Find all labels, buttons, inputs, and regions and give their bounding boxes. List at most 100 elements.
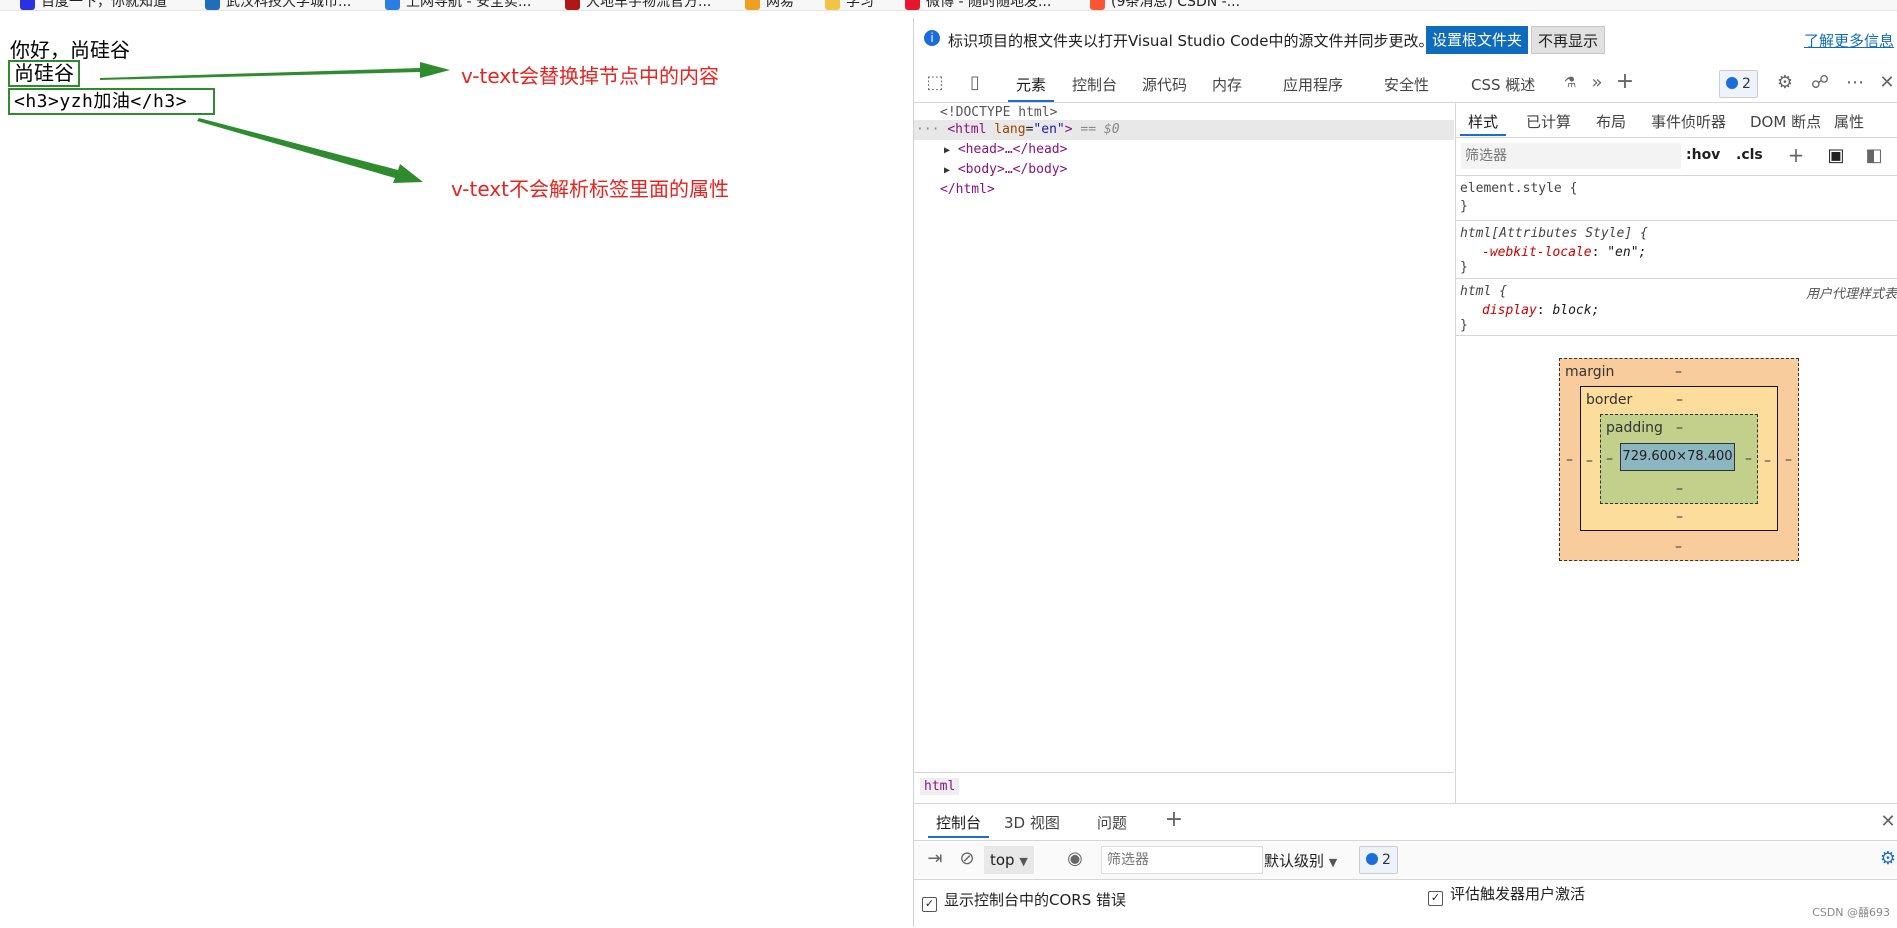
flask-icon: ⚗ — [1563, 75, 1577, 91]
styles-filter-input[interactable] — [1460, 142, 1682, 170]
bookmark-163[interactable]: 网易 — [745, 0, 794, 10]
hov-toggle[interactable]: :hov — [1686, 147, 1720, 163]
tab-styles[interactable]: 样式 — [1459, 111, 1507, 136]
box-model-padding[interactable]: padding – – – – 729.600×78.400 — [1600, 414, 1758, 504]
issues-icon — [1726, 77, 1738, 89]
set-root-folder-button[interactable]: 设置根文件夹 — [1426, 26, 1529, 54]
box-model-margin[interactable]: margin – – – – border – – – – padding – … — [1559, 358, 1799, 561]
learn-more-link[interactable]: 了解更多信息 — [1804, 30, 1894, 51]
dom-html-close[interactable]: </html> — [940, 180, 995, 200]
paint-brush-icon[interactable]: ▣ — [1826, 146, 1846, 166]
dom-node-dots: ··· — [916, 122, 940, 137]
dom-head-node[interactable]: ▶ <head>…</head> — [944, 140, 1067, 161]
inspect-element-icon[interactable]: ⬚ — [924, 73, 946, 93]
property-name: -webkit-locale — [1482, 245, 1592, 260]
bookmark-label: 大地车宇物流官方... — [586, 0, 712, 10]
log-level-selector[interactable]: 默认级别 ▼ — [1264, 850, 1337, 871]
eval-user-activation-checkbox[interactable]: ✓ 评估触发器用户激活 — [1428, 883, 1585, 906]
tab-dom-breakpoints[interactable]: DOM 断点 — [1750, 111, 1821, 132]
styles-filter-row: :hov .cls + ▣ ◧ — [1456, 137, 1897, 176]
close-devtools-icon[interactable]: ✕ — [1876, 73, 1897, 93]
bookmark-wust[interactable]: 武汉科技大学城市... — [205, 0, 352, 10]
checkbox-checked-icon: ✓ — [1428, 891, 1443, 906]
rule-close: } — [1460, 318, 1468, 333]
dom-html-node[interactable]: ··· <html lang="en"> == $0 — [914, 120, 1454, 140]
bookmark-baidu[interactable]: 百度一下，你就知道 — [20, 0, 167, 10]
drawer-tab-3d-view[interactable]: 3D 视图 — [1004, 812, 1060, 833]
rule-close: } — [1460, 199, 1468, 214]
box-model-border[interactable]: border – – – – padding – – – – 729.600×7… — [1580, 386, 1778, 531]
bookmark-csdn[interactable]: (9条消息) CSDN -... — [1090, 0, 1240, 10]
tab-layout[interactable]: 布局 — [1596, 111, 1626, 132]
issues-count: 2 — [1742, 76, 1751, 92]
style-rule-user-agent: html { 用户代理样式表 display: block; } — [1456, 279, 1897, 336]
more-tabs-icon[interactable]: » — [1586, 73, 1608, 93]
bookmark-label: 微博 - 随时随地发... — [926, 0, 1052, 10]
box-model-content[interactable]: 729.600×78.400 — [1620, 443, 1735, 471]
cors-label: 显示控制台中的CORS 错误 — [944, 891, 1126, 909]
device-toolbar-icon[interactable]: ▯ — [964, 73, 986, 93]
context-selector[interactable]: top ▼ — [984, 846, 1034, 874]
bookmark-folder-study[interactable]: 学习 — [825, 0, 874, 10]
tab-memory[interactable]: 内存 — [1212, 74, 1242, 95]
tab-event-listeners[interactable]: 事件侦听器 — [1651, 111, 1726, 132]
rule-declaration[interactable]: -webkit-locale: "en"; — [1482, 244, 1646, 262]
log-level-value: 默认级别 — [1264, 852, 1325, 870]
dom-body-node[interactable]: ▶ <body>…</body> — [944, 160, 1067, 181]
console-toolbar: ⇥ ⊘ top ▼ ◉ 默认级别 ▼ 2 ⚙ — [914, 840, 1897, 880]
clear-console-icon[interactable]: ⊘ — [956, 849, 978, 869]
drawer-tab-issues[interactable]: 问题 — [1097, 812, 1127, 833]
console-settings-icon[interactable]: ⚙ — [1879, 849, 1897, 869]
new-style-rule-icon[interactable]: + — [1786, 145, 1806, 165]
console-sidebar-icon[interactable]: ⇥ — [924, 849, 946, 869]
arrow-2 — [197, 118, 423, 183]
bookmark-nav[interactable]: 上网导航 - 安全实... — [385, 0, 531, 10]
padding-top-value: – — [1676, 420, 1683, 436]
console-filter-input[interactable] — [1101, 846, 1263, 874]
annotation-note-1: v-text会替换掉节点中的内容 — [461, 64, 719, 88]
live-expression-eye-icon[interactable]: ◉ — [1064, 849, 1086, 869]
more-options-icon[interactable]: ⋯ — [1844, 73, 1866, 93]
cls-toggle[interactable]: .cls — [1736, 147, 1763, 163]
toggle-sidebar-icon[interactable]: ◧ — [1864, 146, 1884, 166]
tab-console[interactable]: 控制台 — [1072, 74, 1117, 95]
tab-computed[interactable]: 已计算 — [1526, 111, 1571, 132]
info-bar: i 标识项目的根文件夹以打开Visual Studio Code中的源文件并同步… — [914, 24, 1897, 54]
breadcrumb-html[interactable]: html — [920, 778, 960, 795]
drawer-tab-console[interactable]: 控制台 — [927, 812, 990, 838]
feedback-icon[interactable]: ☍ — [1809, 73, 1831, 93]
border-bottom-value: – — [1676, 509, 1683, 525]
console-drawer: 控制台 3D 视图 问题 + ✕ ⇥ ⊘ top ▼ ◉ 默认级别 ▼ 2 ⚙ … — [914, 803, 1897, 928]
settings-gear-icon[interactable]: ⚙ — [1774, 73, 1796, 93]
tab-application[interactable]: 应用程序 — [1283, 74, 1343, 95]
expand-arrow-icon[interactable]: ▶ — [944, 165, 950, 176]
dropdown-arrow-icon: ▼ — [1019, 855, 1028, 868]
rule-declaration[interactable]: display: block; — [1482, 302, 1599, 320]
add-tab-icon[interactable]: + — [1614, 71, 1636, 93]
margin-right-value: – — [1785, 452, 1792, 468]
tab-css-overview[interactable]: CSS 概述 — [1471, 74, 1535, 95]
selected-node-marker: == $0 — [1080, 122, 1120, 137]
tab-security[interactable]: 安全性 — [1384, 74, 1429, 95]
bookmark-label: 武汉科技大学城市... — [226, 0, 352, 10]
cors-errors-checkbox[interactable]: ✓ 显示控制台中的CORS 错误 — [922, 889, 1126, 912]
border-left-value: – — [1586, 453, 1593, 469]
bookmark-weibo[interactable]: 微博 - 随时随地发... — [905, 0, 1052, 10]
drawer-add-tab-icon[interactable]: + — [1164, 809, 1184, 831]
bookmark-logistics[interactable]: 大地车宇物流官方... — [565, 0, 712, 10]
issues-badge[interactable]: 2 — [1719, 70, 1758, 98]
expand-arrow-icon[interactable]: ▶ — [944, 145, 950, 156]
close-drawer-icon[interactable]: ✕ — [1879, 812, 1897, 832]
dont-show-again-button[interactable]: 不再显示 — [1531, 26, 1606, 54]
margin-label: margin — [1565, 364, 1615, 380]
eval-label: 评估触发器用户激活 — [1450, 885, 1586, 903]
head-tag: <head>…</head> — [957, 142, 1068, 157]
tab-sources[interactable]: 源代码 — [1142, 74, 1187, 95]
html-close-bracket: > — [1064, 122, 1073, 137]
tab-properties[interactable]: 属性 — [1834, 111, 1864, 132]
console-issues-badge[interactable]: 2 — [1359, 846, 1398, 874]
tab-elements[interactable]: 元素 — [1007, 74, 1055, 102]
padding-bottom-value: – — [1676, 481, 1683, 497]
dropdown-arrow-icon: ▼ — [1328, 856, 1338, 869]
page-viewport: 你好，尚硅谷 尚硅谷 <h3>yzh加油</h3> v-text会替换掉节点中的… — [0, 18, 912, 927]
